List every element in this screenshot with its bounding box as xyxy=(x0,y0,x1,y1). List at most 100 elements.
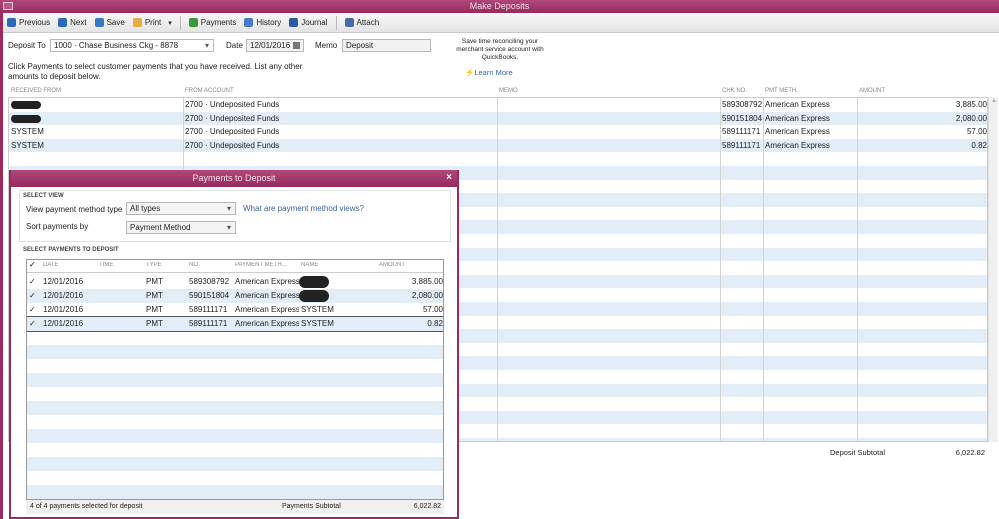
view-type-select[interactable]: All types xyxy=(126,202,236,215)
cell-date: 12/01/2016 xyxy=(43,277,84,286)
column-header-check[interactable]: ✓ xyxy=(27,260,38,269)
view-type-label: View payment method type xyxy=(26,205,123,214)
cell-from_account: 2700 · Undeposited Funds xyxy=(185,100,280,109)
column-header-no[interactable]: NO. xyxy=(187,262,202,268)
payments-subtotal-label: Payments Subtotal xyxy=(282,503,341,510)
selected-count: 4 of 4 payments selected for deposit xyxy=(30,503,143,510)
column-header-memo[interactable]: MEMO xyxy=(499,88,518,94)
grid-scrollbar[interactable]: ▲ xyxy=(988,97,998,442)
column-header-type[interactable]: TYPE xyxy=(144,262,164,268)
column-header-date[interactable]: DATE xyxy=(41,262,61,268)
view-type-value: All types xyxy=(130,204,161,213)
arrow-right-icon xyxy=(58,18,68,27)
redacted-scribble xyxy=(299,290,329,302)
print-icon xyxy=(132,18,142,27)
system-menu-icon[interactable] xyxy=(3,2,13,10)
toolbar-attach-button[interactable]: Attach xyxy=(344,18,379,27)
cell-amount: 3,885.00 xyxy=(411,277,443,286)
cell-amount: 57.00 xyxy=(966,127,987,137)
table-row[interactable]: SYSTEM 2700 · Undeposited Funds 589111171 A… xyxy=(9,138,987,153)
cell-no: 589111171 xyxy=(189,319,228,328)
column-header-chk_no[interactable]: CHK NO. xyxy=(722,88,747,94)
chevron-down-icon[interactable]: ▾ xyxy=(168,19,172,27)
cell-type: PMT xyxy=(146,277,163,286)
cell-received_from: SYSTEM xyxy=(11,127,44,137)
table-row[interactable]: ✓12/01/2016PMT590151804American ExpressC… xyxy=(27,289,443,303)
sort-select[interactable]: Payment Method xyxy=(126,221,236,234)
column-divider xyxy=(763,98,764,441)
table-row[interactable]: ✓ 12/01/2016 PMT 589111171 American Express S… xyxy=(27,303,443,317)
column-header-received_from[interactable]: RECEIVED FROM xyxy=(11,88,61,94)
cell-type: PMT xyxy=(146,305,163,314)
toolbar-separator xyxy=(179,15,181,30)
toolbar-label: Payments xyxy=(200,18,237,27)
column-header-name[interactable]: NAME xyxy=(299,262,320,268)
deposit-to-value: 1000 · Chase Business Ckg - 8878 xyxy=(54,41,179,50)
table-row xyxy=(27,373,443,387)
cell-amount: 3,885.00 xyxy=(955,100,987,109)
deposit-to-select[interactable]: 1000 · Chase Business Ckg - 8878 xyxy=(50,39,214,52)
table-row[interactable]: ✓12/01/2016PMT589308792American ExpressC… xyxy=(27,275,443,289)
learn-more-link[interactable]: ⚡Learn More xyxy=(465,68,513,77)
column-header-pmt_meth[interactable]: PMT METH. xyxy=(765,88,798,94)
cell-date: 12/01/2016 xyxy=(43,291,84,300)
toolbar-history-button[interactable]: History xyxy=(244,18,281,27)
learn-more-text[interactable]: Learn More xyxy=(474,68,512,77)
column-header-amount[interactable]: AMOUNT xyxy=(859,88,885,94)
cell-check[interactable]: ✓ xyxy=(27,317,41,330)
date-field[interactable]: 12/01/2016 xyxy=(246,39,304,52)
table-row xyxy=(9,152,987,166)
toolbar-previous-button[interactable]: Previous xyxy=(7,18,50,27)
table-row[interactable]: COMP2700 · Undeposited Funds590151804Ame… xyxy=(9,111,987,126)
promo-text: Save time reconciling your merchant serv… xyxy=(456,38,544,61)
column-header-from_account[interactable]: FROM ACCOUNT xyxy=(185,88,234,94)
cell-no: 589111171 xyxy=(189,305,228,314)
memo-label: Memo xyxy=(315,41,338,50)
cell-check[interactable]: ✓ xyxy=(27,289,41,302)
table-row xyxy=(27,415,443,429)
toolbar-next-button[interactable]: Next xyxy=(58,18,87,27)
memo-field[interactable]: Deposit xyxy=(342,39,431,52)
toolbar-label: Next xyxy=(70,18,87,27)
column-divider xyxy=(857,98,858,441)
column-header-time[interactable]: TIME xyxy=(97,262,115,268)
table-row xyxy=(27,457,443,471)
column-header-method[interactable]: PAYMENT METH... xyxy=(233,262,289,268)
cell-chk_no: 589111171 xyxy=(722,140,761,150)
cell-check[interactable]: ✓ xyxy=(27,303,41,316)
toolbar-save-button[interactable]: Save xyxy=(94,18,125,27)
cell-no: 589308792 xyxy=(189,277,230,286)
table-row[interactable]: SYSTEM 2700 · Undeposited Funds 589111171 A… xyxy=(9,125,987,139)
toolbar-label: Journal xyxy=(301,18,328,27)
table-row xyxy=(27,471,443,485)
table-row xyxy=(27,443,443,457)
payments-subtotal-value: 6,022.82 xyxy=(413,503,441,510)
cell-pmt_meth: American Express xyxy=(765,100,830,109)
column-header-amount[interactable]: AMOUNT xyxy=(377,262,407,268)
dialog-title-bar: Payments to Deposit xyxy=(11,170,457,187)
toolbar-payments-button[interactable]: Payments xyxy=(188,18,237,27)
scroll-up-icon[interactable]: ▲ xyxy=(991,98,997,104)
redacted-scribble xyxy=(299,276,329,288)
toolbar-label: History xyxy=(256,18,282,27)
table-row[interactable]: ✓ 12/01/2016 PMT 589111171 American Express S… xyxy=(27,316,443,332)
history-icon xyxy=(244,18,254,27)
toolbar-journal-button[interactable]: Journal xyxy=(289,18,328,27)
dialog-title: Payments to Deposit xyxy=(192,173,276,183)
cell-method: American Express xyxy=(235,291,299,300)
payment-method-views-link[interactable]: What are payment method views? xyxy=(243,204,364,213)
deposit-subtotal-label: Deposit Subtotal xyxy=(830,448,886,457)
table-row[interactable]: COMP2700 · Undeposited Funds589308792Ame… xyxy=(9,98,987,112)
close-icon[interactable]: × xyxy=(446,172,452,183)
cell-name: SYSTEM xyxy=(301,305,334,314)
cell-name: SYSTEM xyxy=(301,319,334,328)
select-view-heading: SELECT VIEW xyxy=(23,193,64,199)
select-view-box xyxy=(19,190,451,242)
select-payments-heading: SELECT PAYMENTS TO DEPOSIT xyxy=(23,247,119,253)
column-divider xyxy=(720,98,721,441)
sort-label: Sort payments by xyxy=(26,222,89,231)
toolbar-print-button[interactable]: Print ▾ xyxy=(132,18,172,27)
calendar-icon[interactable] xyxy=(293,42,300,49)
cell-chk_no: 590151804 xyxy=(722,113,763,123)
cell-check[interactable]: ✓ xyxy=(27,275,41,288)
